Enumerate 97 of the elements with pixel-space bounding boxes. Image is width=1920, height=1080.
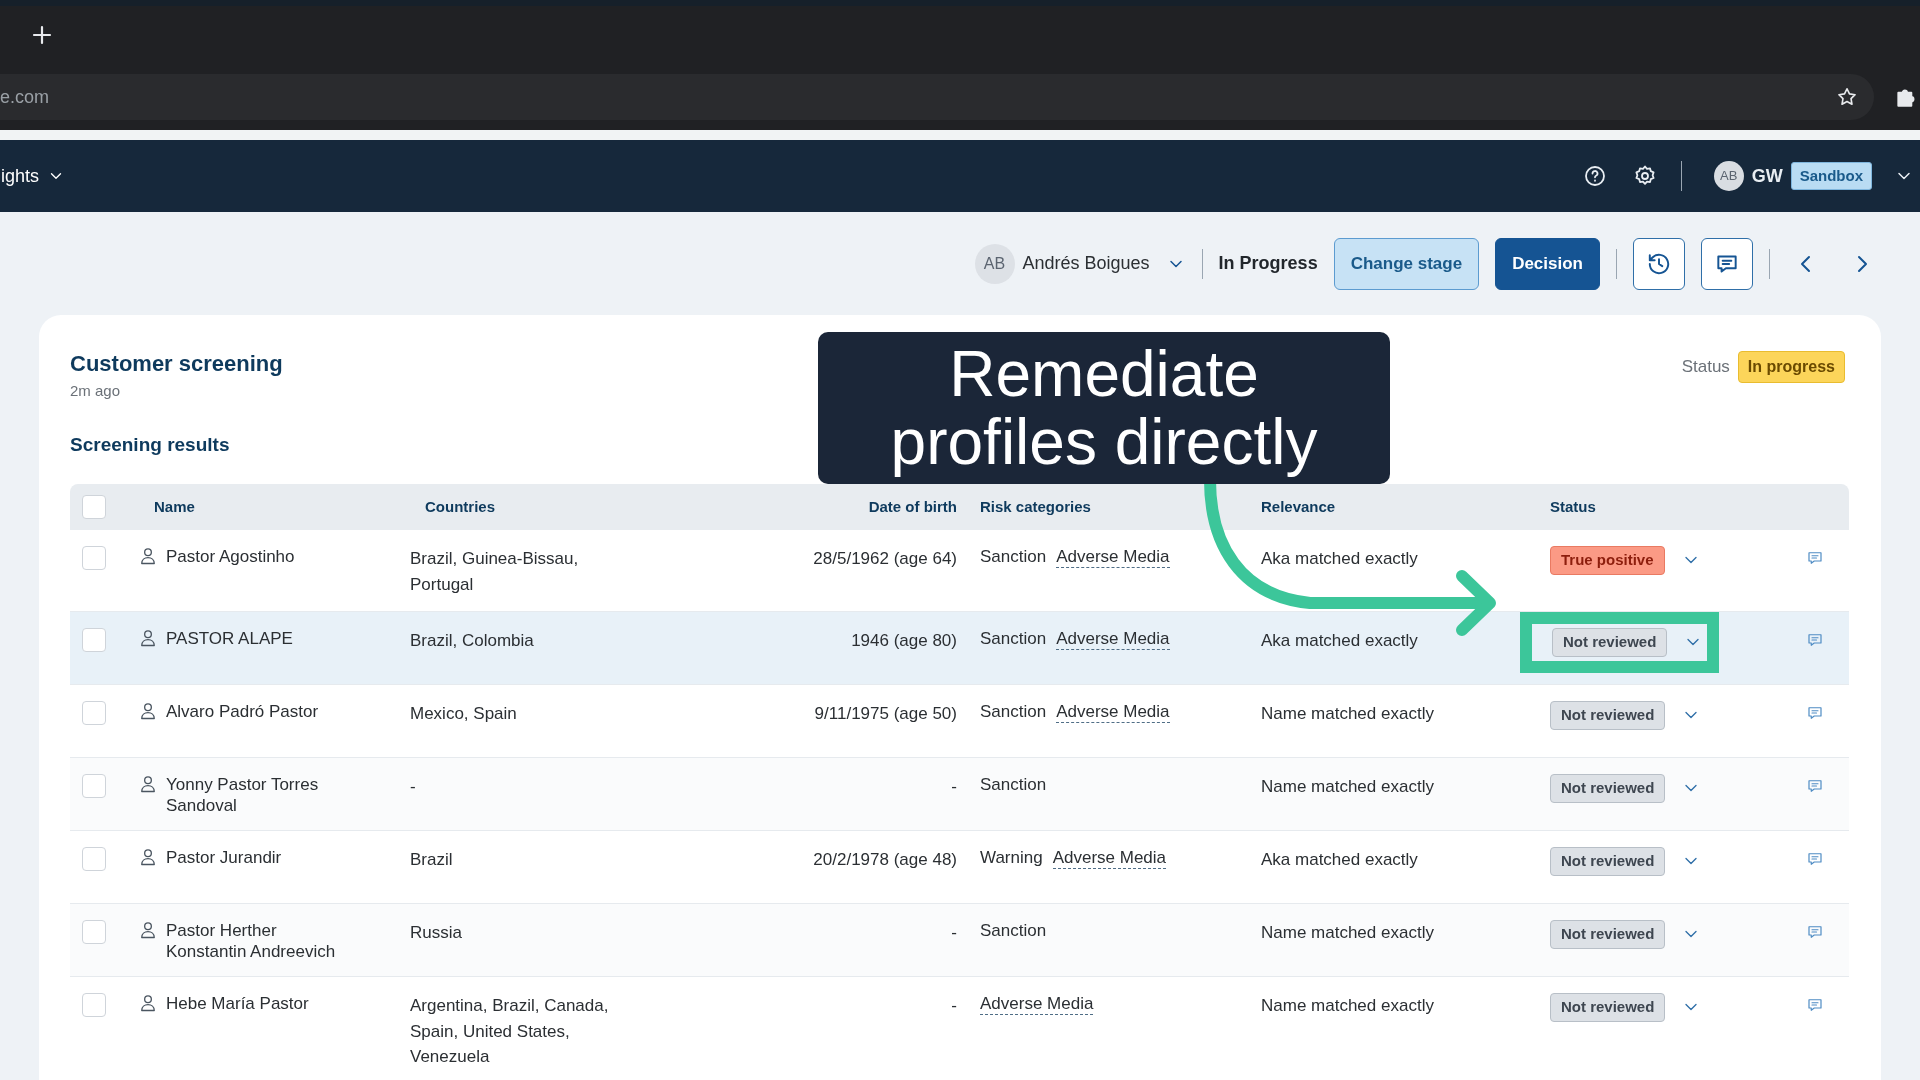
person-icon (138, 628, 158, 648)
birth-date: 1946 (age 80) (851, 631, 957, 650)
risk-category: Warning (980, 847, 1043, 869)
risk-category: Sanction (980, 701, 1047, 723)
review-status-badge: Not reviewed (1550, 774, 1666, 803)
profile-name[interactable]: PASTOR ALAPE (166, 628, 293, 649)
risk-link[interactable]: Adverse Media (1056, 701, 1170, 723)
relevance-text: Aka matched exactly (1261, 850, 1418, 869)
column-header: Risk categories (980, 498, 1091, 516)
relevance-text: Aka matched exactly (1261, 631, 1418, 650)
birth-date: 9/11/1975 (age 50) (814, 704, 957, 723)
caption-overlay: Remediate profiles directly (818, 332, 1390, 484)
comment-icon[interactable] (1805, 777, 1824, 795)
assignee-name: Andrés Boigues (1022, 252, 1150, 275)
comment-icon[interactable] (1805, 996, 1824, 1014)
comment-icon[interactable] (1805, 704, 1824, 722)
risk-category: Sanction (980, 774, 1047, 795)
comment-icon[interactable] (1805, 850, 1824, 868)
countries-text: - (410, 777, 416, 796)
birth-date: - (951, 996, 957, 1015)
profile-name[interactable]: Yonny Pastor Torres Sandoval (166, 774, 360, 816)
review-status-badge: Not reviewed (1550, 993, 1666, 1022)
status-badge: In progress (1737, 351, 1845, 383)
decision-button[interactable]: Decision (1495, 237, 1600, 290)
assignee-dropdown[interactable]: AB Andrés Boigues (974, 243, 1186, 284)
countries-text: Argentina, Brazil, Canada, Spain, United States, Venezuela (410, 996, 609, 1066)
environment-badge: Sandbox (1790, 161, 1872, 191)
review-status-badge: Not reviewed (1550, 920, 1666, 949)
birth-date: 20/2/1978 (age 48) (813, 850, 957, 869)
relevance-text: Name matched exactly (1261, 704, 1434, 723)
row-checkbox[interactable] (82, 546, 106, 570)
address-bar[interactable]: e.com (0, 74, 1874, 120)
profile-name[interactable]: Pastor Jurandir (166, 847, 282, 868)
review-status-badge: Not reviewed (1552, 628, 1668, 657)
column-header: Status (1550, 498, 1596, 516)
plus-icon (30, 23, 54, 47)
profile-name[interactable]: Hebe María Pastor (166, 993, 309, 1014)
countries-text: Brazil, Colombia (410, 631, 534, 650)
stage-label: In Progress (1218, 252, 1318, 275)
person-icon (138, 847, 158, 867)
row-checkbox[interactable] (82, 920, 106, 944)
profile-name[interactable]: Pastor Herther Konstantin Andreevich (166, 920, 360, 962)
user-name: GW (1751, 164, 1783, 188)
assignee-avatar: AB (974, 243, 1015, 284)
countries-text: Brazil (410, 850, 453, 869)
nav-menu[interactable]: ights (0, 161, 67, 191)
relevance-text: Name matched exactly (1261, 777, 1434, 796)
column-header: Countries (425, 498, 495, 516)
countries-text: Russia (410, 923, 462, 942)
risk-link[interactable]: Adverse Media (1056, 546, 1170, 568)
relevance-text: Name matched exactly (1261, 923, 1434, 942)
risk-category: Sanction (980, 920, 1047, 941)
risk-link[interactable]: Adverse Media (1052, 847, 1167, 869)
card-title: Customer screening (70, 350, 283, 378)
birth-date: - (951, 777, 957, 796)
timestamp: 2m ago (70, 381, 122, 401)
risk-link[interactable]: Adverse Media (980, 993, 1094, 1015)
section-title: Screening results (70, 432, 230, 457)
person-icon (138, 920, 158, 940)
row-checkbox[interactable] (82, 628, 106, 652)
countries-text: Mexico, Spain (410, 704, 517, 723)
risk-category: Sanction (980, 546, 1047, 568)
person-icon (138, 546, 158, 566)
birth-date: - (951, 923, 957, 942)
comment-icon[interactable] (1805, 549, 1824, 567)
profile-name[interactable]: Alvaro Padró Pastor (166, 701, 319, 722)
column-header: Date of birth (868, 498, 957, 516)
row-checkbox[interactable] (82, 847, 106, 871)
person-icon (138, 774, 158, 794)
relevance-text: Name matched exactly (1261, 996, 1434, 1015)
row-checkbox[interactable] (82, 993, 106, 1017)
user-avatar[interactable]: AB (1713, 161, 1744, 191)
comment-icon[interactable] (1805, 923, 1824, 941)
comments-button[interactable] (1701, 237, 1753, 290)
risk-category: Sanction (980, 628, 1047, 650)
birth-date: 28/5/1962 (age 64) (813, 549, 957, 568)
review-status-badge: Not reviewed (1550, 847, 1666, 876)
relevance-text: Aka matched exactly (1261, 549, 1418, 568)
column-header: Relevance (1261, 498, 1336, 516)
person-icon (138, 701, 158, 721)
row-checkbox[interactable] (82, 701, 106, 725)
person-icon (138, 993, 158, 1013)
comment-icon[interactable] (1805, 631, 1824, 649)
review-status-badge: True positive (1550, 546, 1665, 575)
help-icon[interactable] (1582, 164, 1607, 188)
status-label: Status (1681, 356, 1730, 379)
star-icon[interactable] (1836, 86, 1858, 108)
countries-text: Brazil, Guinea-Bissau, Portugal (410, 549, 579, 594)
stage-button[interactable]: Change stage (1333, 237, 1480, 290)
review-status-badge: Not reviewed (1550, 701, 1666, 730)
history-button[interactable] (1633, 237, 1685, 290)
select-all-checkbox[interactable] (82, 495, 106, 519)
risk-link[interactable]: Adverse Media (1056, 628, 1170, 650)
url-text: e.com (0, 85, 50, 109)
profile-name[interactable]: Pastor Agostinho (166, 546, 295, 567)
column-header: Name (154, 498, 195, 516)
row-checkbox[interactable] (82, 774, 106, 798)
